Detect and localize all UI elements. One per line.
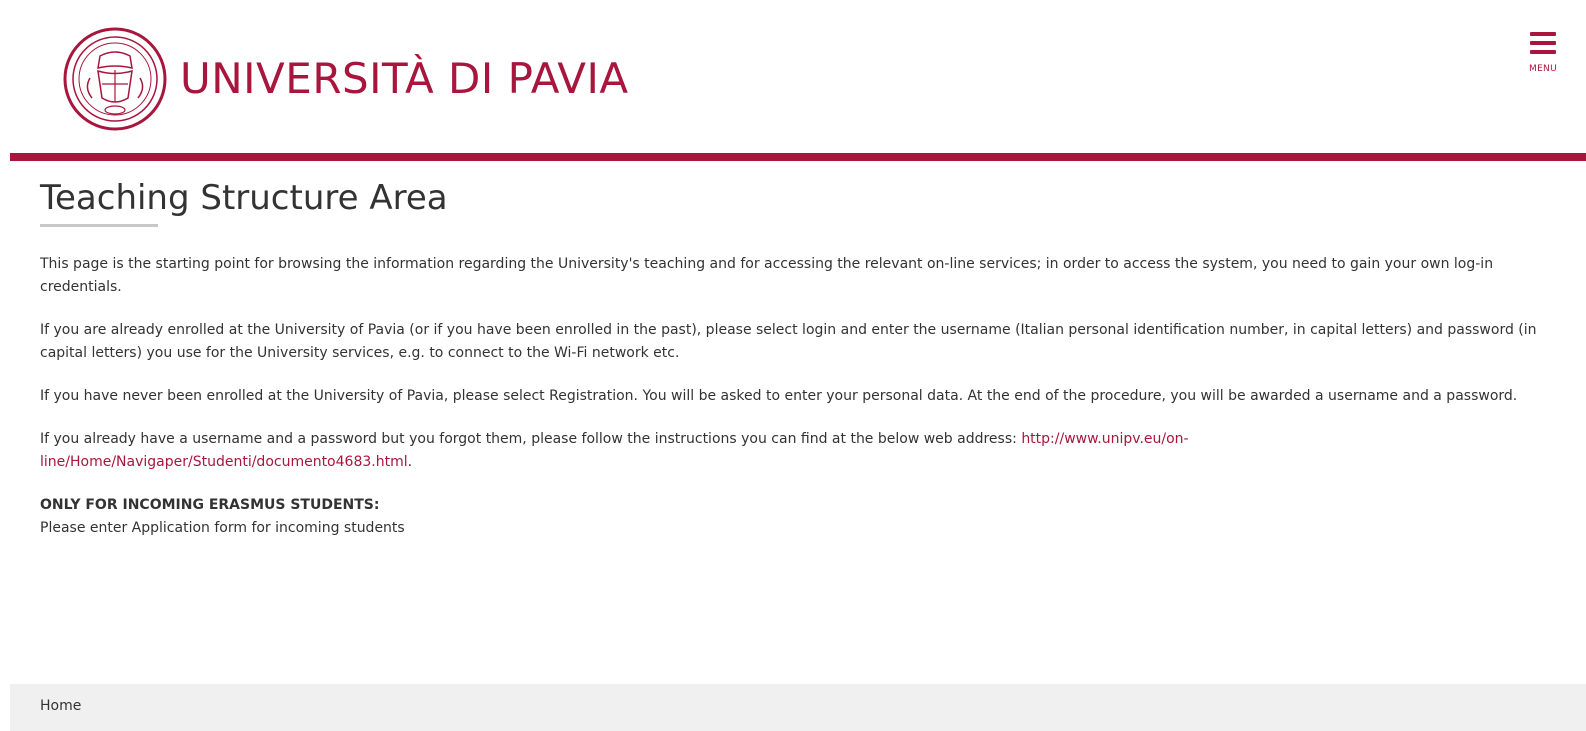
main-content: Teaching Structure Area This page is the… — [40, 176, 1555, 540]
university-seal-icon[interactable] — [62, 26, 168, 132]
footer-breadcrumb: Home — [10, 684, 1586, 731]
intro-paragraph: This page is the starting point for brow… — [40, 256, 1494, 295]
enrolled-paragraph: If you are already enrolled at the Unive… — [40, 322, 1537, 361]
header-divider — [10, 153, 1586, 161]
menu-label: MENU — [1529, 64, 1557, 74]
menu-button[interactable]: MENU — [1518, 30, 1568, 78]
erasmus-heading: ONLY FOR INCOMING ERASMUS STUDENTS: — [40, 497, 380, 513]
registration-paragraph: If you have never been enrolled at the U… — [40, 388, 1518, 404]
page-title: Teaching Structure Area — [40, 178, 448, 218]
forgot-suffix: . — [407, 454, 413, 470]
erasmus-text: Please enter Application form for incomi… — [40, 520, 405, 536]
hamburger-menu-icon — [1530, 32, 1556, 56]
university-name[interactable]: UNIVERSITÀ DI PAVIA — [180, 54, 629, 103]
forgot-credentials-paragraph: If you already have a username and a pas… — [40, 428, 1555, 474]
forgot-text: If you already have a username and a pas… — [40, 431, 1022, 447]
breadcrumb-home-link[interactable]: Home — [40, 698, 81, 714]
site-header: UNIVERSITÀ DI PAVIA MENU — [10, 0, 1586, 155]
title-underline — [40, 224, 158, 227]
erasmus-section: ONLY FOR INCOMING ERASMUS STUDENTS: Plea… — [40, 494, 1555, 540]
